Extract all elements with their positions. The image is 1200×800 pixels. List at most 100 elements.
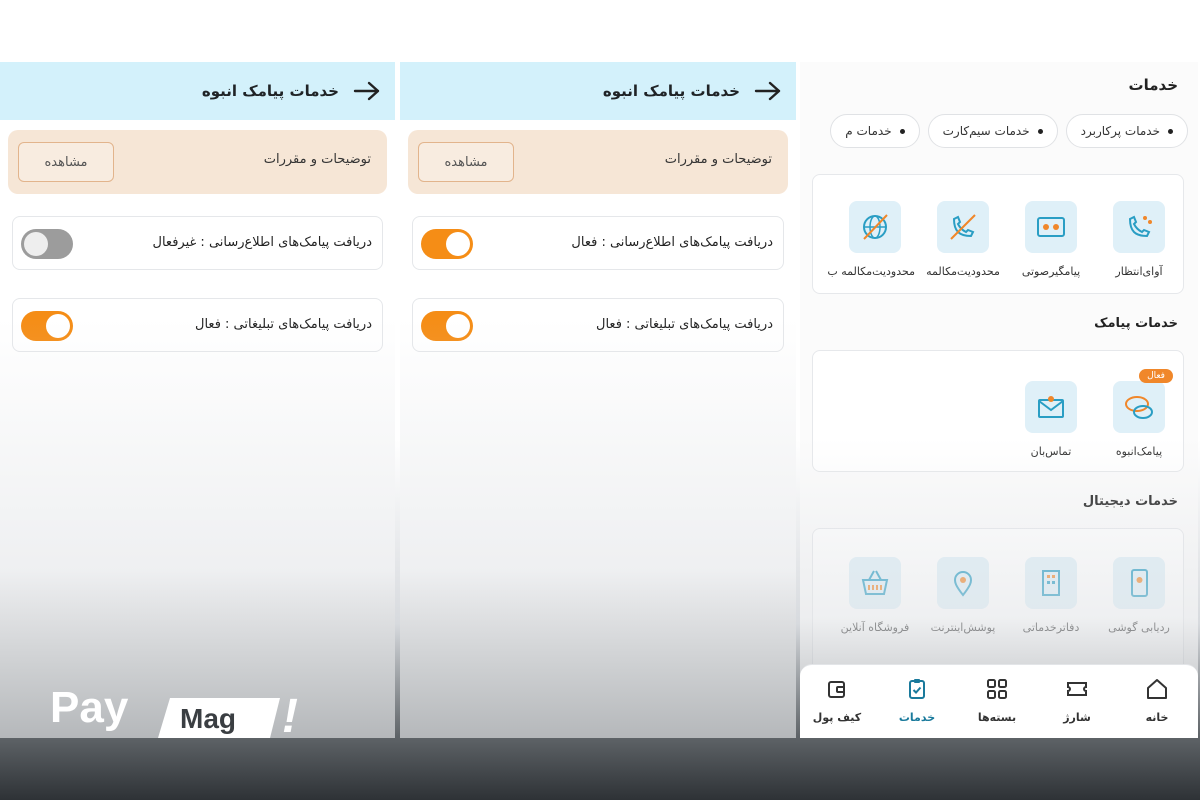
service-label: محدودیت‌مکالمه ب xyxy=(827,265,915,278)
phone-music-icon xyxy=(1113,201,1165,253)
grid-icon xyxy=(987,679,1007,699)
nav-label: خدمات xyxy=(898,711,936,724)
phone-location-icon xyxy=(1113,557,1165,609)
service-label: پیامک‌انبوه xyxy=(1115,445,1163,458)
back-arrow-icon[interactable] xyxy=(754,80,782,102)
logo-pay: Pay xyxy=(50,683,129,732)
ad-sms-option: دریافت پیامک‌های تبلیغاتی : فعال xyxy=(412,298,784,352)
view-rules-button[interactable]: مشاهده xyxy=(418,142,514,182)
ad-sms-label: دریافت پیامک‌های تبلیغاتی : فعال xyxy=(195,317,372,332)
services-title: خدمات xyxy=(1128,76,1178,94)
digital-services-card: ردیابی گوشی دفاترخدماتی پوشش‌اینترنت فرو… xyxy=(812,528,1184,678)
service-label: پوشش‌اینترنت xyxy=(930,621,996,634)
service-label: تماس‌بان xyxy=(1030,445,1072,458)
bullet-icon xyxy=(899,128,905,134)
envelope-phone-icon xyxy=(1025,381,1077,433)
nav-label: کیف پول xyxy=(812,711,862,724)
sms-services-title: خدمات پیامک xyxy=(1094,316,1178,331)
bullet-icon xyxy=(1037,128,1043,134)
ad-sms-toggle[interactable] xyxy=(421,311,473,341)
location-pin-icon xyxy=(937,557,989,609)
nav-services[interactable]: خدمات xyxy=(882,677,952,724)
sms-bubble-icon xyxy=(1113,381,1165,433)
paymag-logo: Pay Mag ! xyxy=(50,683,298,743)
building-icon xyxy=(1025,557,1077,609)
nav-label: خانه xyxy=(1145,711,1169,724)
top-services-card: آوای‌انتظار پیامگیرصوتی محدودیت‌مکالمه م… xyxy=(812,174,1184,294)
phone-blocked-icon xyxy=(937,201,989,253)
info-sms-option: دریافت پیامک‌های اطلاع‌رسانی : فعال xyxy=(412,216,784,270)
pill-more[interactable]: خدمات م xyxy=(830,114,920,148)
info-sms-option: دریافت پیامک‌های اطلاع‌رسانی : غیرفعال xyxy=(12,216,383,270)
service-bulk-sms[interactable]: فعال پیامک‌انبوه xyxy=(1099,369,1179,458)
ad-sms-toggle[interactable] xyxy=(21,311,73,341)
service-voicemail[interactable]: پیامگیرصوتی xyxy=(1011,201,1091,278)
basket-icon xyxy=(849,557,901,609)
rules-label: توضیحات و مقررات xyxy=(664,152,772,167)
nav-home[interactable]: خانه xyxy=(1122,677,1192,724)
fade-overlay xyxy=(0,318,395,738)
clipboard-check-icon xyxy=(909,679,925,699)
service-offices[interactable]: دفاترخدماتی xyxy=(1011,557,1091,634)
rules-card: توضیحات و مقررات مشاهده xyxy=(408,130,788,194)
nav-wallet[interactable]: کیف پول xyxy=(802,677,872,724)
page-title: خدمات پیامک انبوه xyxy=(602,82,740,100)
rules-card: توضیحات و مقررات مشاهده xyxy=(8,130,387,194)
service-intl-call-limit[interactable]: محدودیت‌مکالمه ب xyxy=(827,201,915,278)
pill-label: خدمات پرکاربرد xyxy=(1080,124,1160,138)
category-pills: خدمات پرکاربرد خدمات سیم‌کارت خدمات م xyxy=(818,114,1188,148)
ticket-icon xyxy=(1067,682,1087,696)
info-sms-toggle[interactable] xyxy=(21,229,73,259)
back-arrow-icon[interactable] xyxy=(353,80,381,102)
service-internet-coverage[interactable]: پوشش‌اینترنت xyxy=(923,557,1003,634)
bulk-sms-panel-left: خدمات پیامک انبوه توضیحات و مقررات مشاهد… xyxy=(0,62,395,738)
ad-sms-label: دریافت پیامک‌های تبلیغاتی : فعال xyxy=(596,317,773,332)
nav-label: بسته‌ها xyxy=(977,711,1017,724)
service-label: ردیابی گوشی xyxy=(1108,621,1170,634)
fade-overlay xyxy=(400,318,796,738)
wallet-icon xyxy=(828,681,845,698)
active-badge: فعال xyxy=(1139,369,1173,383)
page-title: خدمات پیامک انبوه xyxy=(201,82,339,100)
nav-packages[interactable]: بسته‌ها xyxy=(962,677,1032,724)
nav-label: شارژ xyxy=(1063,711,1091,724)
service-waiting-tone[interactable]: آوای‌انتظار xyxy=(1099,201,1179,278)
voicemail-icon xyxy=(1025,201,1077,253)
toggle-knob xyxy=(46,314,70,338)
toggle-knob xyxy=(446,314,470,338)
view-rules-button[interactable]: مشاهده xyxy=(18,142,114,182)
pill-label: خدمات سیم‌کارت xyxy=(942,124,1030,138)
home-icon xyxy=(1147,679,1167,699)
logo-mag: Mag xyxy=(180,703,236,734)
nav-charge[interactable]: شارژ xyxy=(1042,677,1112,724)
rules-label: توضیحات و مقررات xyxy=(263,152,371,167)
service-label: محدودیت‌مکالمه xyxy=(926,265,1000,278)
services-panel: خدمات خدمات پرکاربرد خدمات سیم‌کارت خدما… xyxy=(800,62,1198,738)
pill-sim[interactable]: خدمات سیم‌کارت xyxy=(927,114,1058,148)
service-label: آوای‌انتظار xyxy=(1115,265,1163,278)
service-callback[interactable]: تماس‌بان xyxy=(1011,381,1091,458)
service-label: دفاترخدماتی xyxy=(1022,621,1080,634)
info-sms-label: دریافت پیامک‌های اطلاع‌رسانی : فعال xyxy=(571,235,773,250)
service-phone-tracking[interactable]: ردیابی گوشی xyxy=(1099,557,1179,634)
service-online-shop[interactable]: فروشگاه آنلاین xyxy=(835,557,915,634)
sms-services-card: فعال پیامک‌انبوه تماس‌بان xyxy=(812,350,1184,472)
ad-sms-option: دریافت پیامک‌های تبلیغاتی : فعال xyxy=(12,298,383,352)
service-label: پیامگیرصوتی xyxy=(1021,265,1081,278)
digital-services-title: خدمات دیجیتال xyxy=(1082,494,1178,509)
service-call-limit[interactable]: محدودیت‌مکالمه xyxy=(923,201,1003,278)
toggle-knob xyxy=(446,232,470,256)
pill-label: خدمات م xyxy=(845,124,892,138)
bullet-icon xyxy=(1168,128,1173,134)
service-label: فروشگاه آنلاین xyxy=(840,621,910,634)
info-sms-toggle[interactable] xyxy=(421,229,473,259)
toggle-knob xyxy=(24,232,48,256)
bottom-nav: خانه شارژ بسته‌ها خدمات کیف پول xyxy=(800,664,1198,738)
header-bar: خدمات پیامک انبوه xyxy=(400,62,796,120)
bulk-sms-panel-middle: خدمات پیامک انبوه توضیحات و مقررات مشاهد… xyxy=(400,62,796,738)
pill-popular[interactable]: خدمات پرکاربرد xyxy=(1065,114,1188,148)
globe-blocked-icon xyxy=(849,201,901,253)
logo-exclaim: ! xyxy=(282,690,298,743)
header-bar: خدمات پیامک انبوه xyxy=(0,62,395,120)
info-sms-label: دریافت پیامک‌های اطلاع‌رسانی : غیرفعال xyxy=(152,235,372,250)
